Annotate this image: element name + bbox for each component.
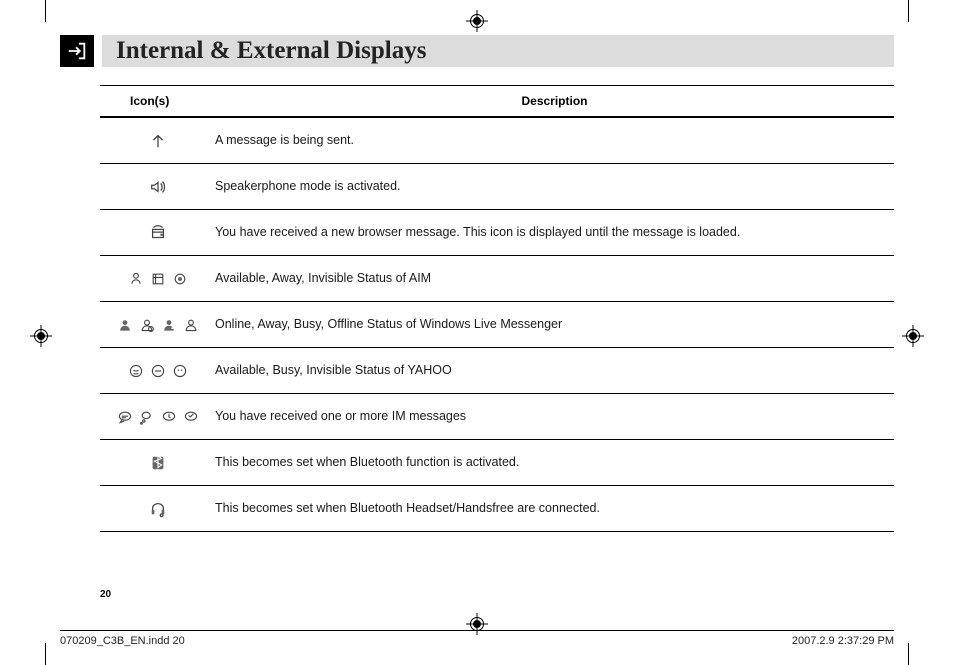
table-row: Available, Away, Invisible Status of AIM	[100, 255, 894, 301]
im-bubble-3-icon	[160, 408, 178, 426]
table-row: This becomes set when Bluetooth Headset/…	[100, 485, 894, 531]
slug-timestamp: 2007.2.9 2:37:29 PM	[792, 635, 894, 647]
table-row: This becomes set when Bluetooth function…	[100, 439, 894, 485]
table-cell-description: Available, Away, Invisible Status of AIM	[215, 270, 894, 287]
speakerphone-icon	[149, 178, 167, 196]
slug-filename: 070209_C3B_EN.indd 20	[60, 635, 185, 647]
im-bubble-2-icon	[138, 408, 156, 426]
aim-available-icon	[127, 270, 145, 288]
table-row: You have received a new browser message.…	[100, 209, 894, 255]
registration-mark	[30, 325, 52, 347]
arrow-up-icon	[149, 132, 167, 150]
bluetooth-headset-icon	[149, 500, 167, 518]
yahoo-busy-icon	[149, 362, 167, 380]
wlm-away-icon	[138, 316, 156, 334]
section-header-bar: Internal & External Displays	[102, 35, 894, 67]
yahoo-available-icon	[127, 362, 145, 380]
table-row: Available, Busy, Invisible Status of YAH…	[100, 347, 894, 393]
table-header-description: Description	[215, 86, 894, 116]
table-row: Speakerphone mode is activated.	[100, 163, 894, 209]
bluetooth-icon	[149, 454, 167, 472]
table-cell-description: You have received a new browser message.…	[215, 224, 894, 241]
crop-mark	[45, 643, 46, 665]
yahoo-invisible-icon	[171, 362, 189, 380]
registration-mark	[902, 325, 924, 347]
wlm-online-icon	[116, 316, 134, 334]
aim-away-icon	[149, 270, 167, 288]
table-row: Online, Away, Busy, Offline Status of Wi…	[100, 301, 894, 347]
table-row: You have received one or more IM message…	[100, 393, 894, 439]
aim-invisible-icon	[171, 270, 189, 288]
crop-mark	[908, 0, 909, 22]
wlm-offline-icon	[182, 316, 200, 334]
wlm-busy-icon	[160, 316, 178, 334]
section-header: Internal & External Displays	[60, 35, 894, 67]
table-cell-description: Available, Busy, Invisible Status of YAH…	[215, 362, 894, 379]
table-header: Icon(s) Description	[100, 86, 894, 117]
im-bubble-1-icon	[116, 408, 134, 426]
table-row: A message is being sent.	[100, 117, 894, 163]
table-cell-description: A message is being sent.	[215, 132, 894, 149]
table-cell-description: Speakerphone mode is activated.	[215, 178, 894, 195]
browser-message-icon	[149, 224, 167, 242]
table-cell-description: You have received one or more IM message…	[215, 408, 894, 425]
table-cell-description: Online, Away, Busy, Offline Status of Wi…	[215, 316, 894, 333]
table-header-icons: Icon(s)	[100, 86, 215, 116]
crop-mark	[45, 0, 46, 22]
indesign-slug: 070209_C3B_EN.indd 20 2007.2.9 2:37:29 P…	[60, 630, 894, 647]
section-header-icon	[60, 35, 94, 67]
im-bubble-4-icon	[182, 408, 200, 426]
crop-mark	[908, 643, 909, 665]
page-number: 20	[100, 589, 111, 600]
icon-description-table: Icon(s) Description A message is being s…	[100, 85, 894, 532]
page-content: Internal & External Displays Icon(s) Des…	[60, 35, 894, 610]
registration-mark	[466, 10, 488, 32]
section-title: Internal & External Displays	[116, 37, 426, 65]
table-cell-description: This becomes set when Bluetooth Headset/…	[215, 500, 894, 517]
table-cell-description: This becomes set when Bluetooth function…	[215, 454, 894, 471]
